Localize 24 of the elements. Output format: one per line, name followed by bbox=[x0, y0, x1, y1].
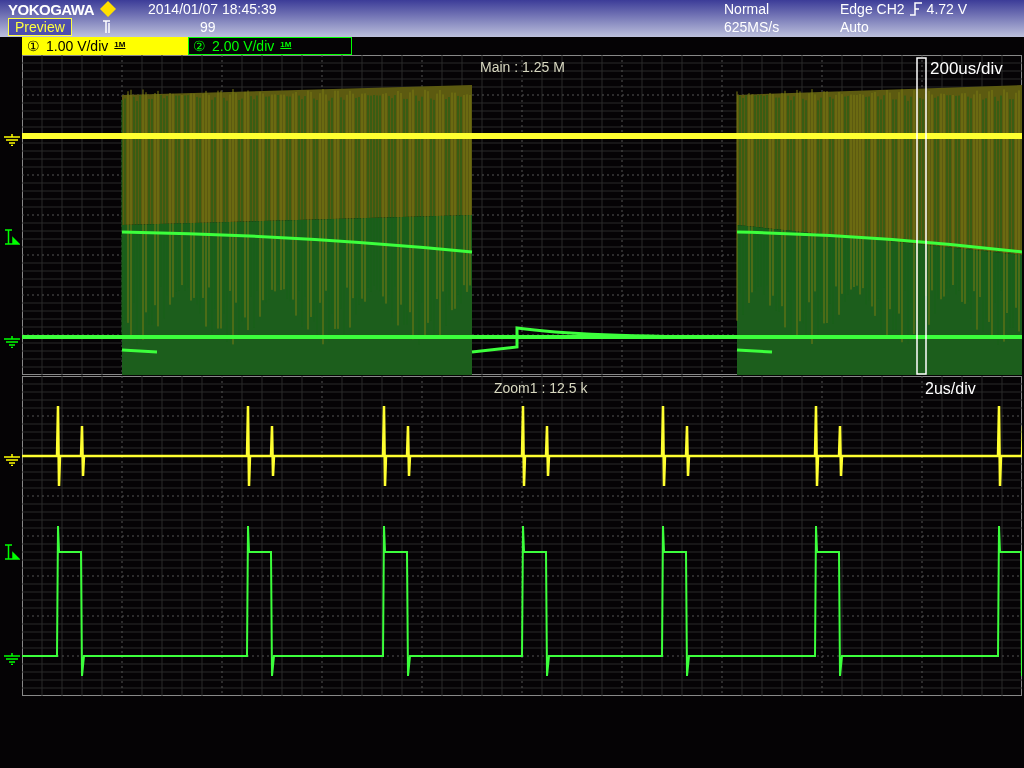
ground-marker-icon bbox=[4, 653, 20, 665]
trigger-mode: Auto bbox=[840, 18, 869, 36]
trigger-level: 4.72 V bbox=[926, 0, 968, 18]
timebase-label: 200us/div bbox=[930, 59, 1003, 79]
trigger-level-icon bbox=[4, 229, 20, 245]
diamond-icon bbox=[100, 1, 116, 17]
channel-scale-indicator[interactable]: ② 2.00 V/div 1M bbox=[188, 37, 352, 55]
ground-marker-icon bbox=[4, 134, 20, 146]
window-label: Main : 1.25 M bbox=[480, 59, 565, 75]
rising-edge-icon bbox=[909, 2, 922, 16]
acquisition-count: 99 bbox=[200, 18, 216, 36]
preview-button[interactable]: Preview bbox=[8, 18, 72, 36]
window-label: Zoom1 : 12.5 k bbox=[494, 380, 588, 396]
timebase-label: 2us/div bbox=[925, 380, 976, 398]
acquisition-mode: Normal bbox=[724, 0, 770, 18]
sample-rate: 625MS/s bbox=[724, 18, 780, 36]
brand-logo: YOKOGAWA bbox=[8, 0, 94, 18]
ground-marker-icon bbox=[4, 336, 20, 348]
trigger-state-icon bbox=[101, 19, 112, 35]
ground-marker-icon bbox=[4, 454, 20, 466]
channel-scale-indicator[interactable]: ① 1.00 V/div 1M bbox=[22, 37, 188, 55]
date-time: 2014/01/07 18:45:39 bbox=[148, 0, 277, 18]
trigger-source: Edge CH2 bbox=[840, 0, 905, 18]
trigger-level-icon bbox=[4, 544, 20, 560]
